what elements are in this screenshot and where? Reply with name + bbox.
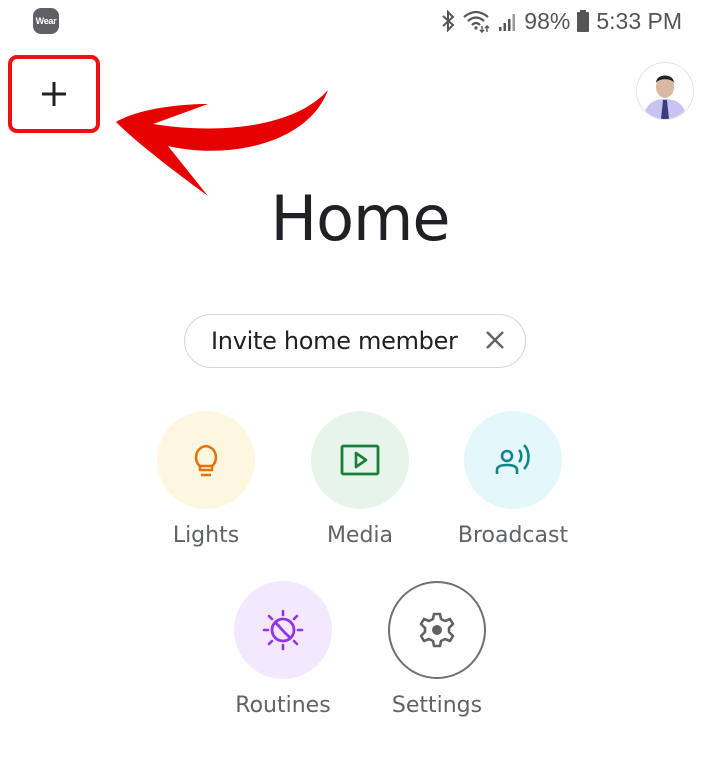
battery-percent: 98% — [524, 7, 571, 34]
page-title: Home — [270, 182, 450, 255]
lightbulb-icon — [194, 444, 218, 477]
tile-broadcast[interactable]: Broadcast — [443, 411, 583, 548]
wifi-icon — [462, 9, 492, 33]
broadcast-icon — [495, 444, 530, 474]
routines-circle — [234, 581, 332, 679]
signal-icon — [498, 9, 518, 33]
wear-app-badge: Wear — [33, 8, 59, 34]
bluetooth-icon — [440, 9, 456, 33]
tile-label: Settings — [391, 693, 483, 718]
tile-label: Media — [326, 523, 394, 548]
lights-circle — [157, 411, 255, 509]
media-circle — [311, 411, 409, 509]
broadcast-circle — [464, 411, 562, 509]
add-button[interactable] — [8, 55, 100, 133]
battery-icon — [576, 9, 590, 33]
tile-settings[interactable]: Settings — [367, 581, 507, 718]
clock: 5:33 PM — [596, 7, 682, 34]
routines-icon — [262, 609, 304, 651]
tile-media[interactable]: Media — [290, 411, 430, 548]
tile-label: Broadcast — [457, 523, 569, 548]
close-icon[interactable] — [483, 328, 507, 352]
tile-label: Routines — [235, 693, 331, 718]
play-icon — [340, 444, 380, 476]
settings-circle — [388, 581, 486, 679]
account-avatar[interactable] — [636, 62, 694, 120]
invite-home-member-chip[interactable]: Invite home member — [184, 314, 526, 368]
gear-icon — [419, 612, 455, 648]
tile-label: Lights — [172, 523, 240, 548]
tile-lights[interactable]: Lights — [136, 411, 276, 548]
status-bar: 98% 5:33 PM — [440, 6, 682, 36]
chip-label: Invite home member — [211, 327, 458, 355]
tile-routines[interactable]: Routines — [213, 581, 353, 718]
plus-icon — [42, 82, 66, 106]
